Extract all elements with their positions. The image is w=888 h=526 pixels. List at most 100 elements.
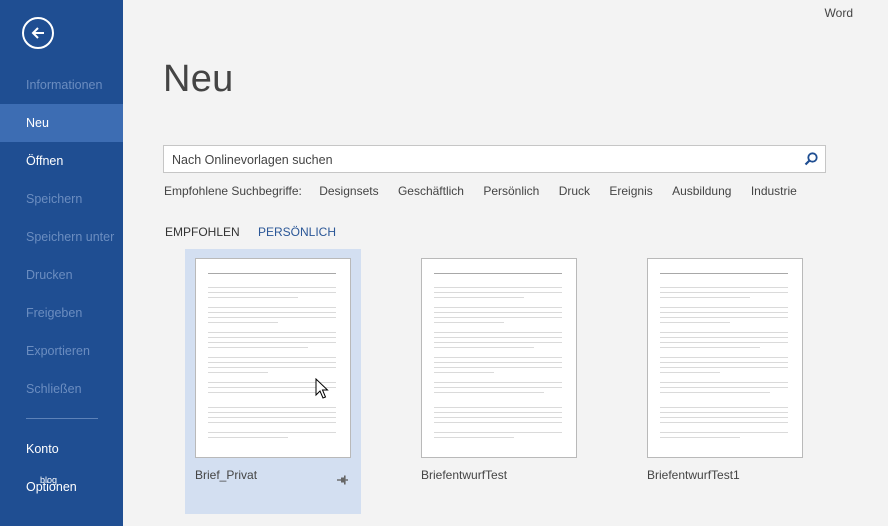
template-tile-briefentwurftest1[interactable]: BriefentwurfTest1 [637, 249, 813, 514]
thumbnail-text-line [660, 273, 788, 274]
thumbnail-text-line [434, 437, 514, 438]
thumbnail-text-line [660, 362, 788, 363]
thumbnail-text-line [434, 317, 562, 318]
nav-speichern[interactable]: Speichern [0, 180, 123, 218]
thumbnail-text-line [208, 297, 298, 298]
nav-optionen[interactable]: Optionen [0, 468, 123, 506]
nav-oeffnen[interactable]: Öffnen [0, 142, 123, 180]
thumbnail-text-line [660, 387, 788, 388]
thumbnail-text-line [660, 342, 788, 343]
thumbnail-text-line [208, 322, 278, 323]
blog-overlay-text: blog [40, 475, 58, 485]
suggest-link-ausbildung[interactable]: Ausbildung [672, 184, 731, 198]
thumbnail-text-line [434, 307, 562, 308]
thumbnail-text-line [660, 337, 788, 338]
thumbnail-text-line [208, 342, 336, 343]
suggest-link-druck[interactable]: Druck [559, 184, 590, 198]
nav-freigeben[interactable]: Freigeben [0, 294, 123, 332]
pin-icon[interactable] [337, 475, 349, 485]
thumbnail-text-line [208, 422, 336, 423]
template-name: BriefentwurfTest [421, 468, 508, 482]
thumbnail-text-line [660, 322, 730, 323]
thumbnail-text-line [434, 312, 562, 313]
thumbnail-text-line [208, 287, 336, 288]
thumbnail-text-line [660, 437, 740, 438]
thumbnail-text-line [434, 372, 494, 373]
tab-persoenlich[interactable]: PERSÖNLICH [258, 225, 336, 239]
thumbnail-text-line [208, 292, 336, 293]
thumbnail-text-line [434, 297, 524, 298]
thumbnail-text-line [434, 432, 562, 433]
thumbnail-text-line [434, 292, 562, 293]
thumbnail-text-line [660, 292, 788, 293]
thumbnail-text-line [434, 347, 534, 348]
search-icon[interactable] [803, 151, 819, 167]
thumbnail-text-line [208, 307, 336, 308]
suggest-link-persoenlich[interactable]: Persönlich [483, 184, 539, 198]
template-thumbnail [195, 258, 351, 458]
suggest-link-designsets[interactable]: Designsets [319, 184, 378, 198]
suggest-link-industrie[interactable]: Industrie [751, 184, 797, 198]
search-input[interactable] [164, 146, 804, 174]
thumbnail-text-line [660, 357, 788, 358]
nav-drucken[interactable]: Drucken [0, 256, 123, 294]
thumbnail-text-line [434, 422, 562, 423]
template-thumbnail [647, 258, 803, 458]
thumbnail-text-line [208, 392, 318, 393]
thumbnail-text-line [434, 392, 544, 393]
suggested-searches: Empfohlene Suchbegriffe: Designsets Gesc… [164, 184, 813, 200]
thumbnail-text-line [208, 372, 268, 373]
nav-neu[interactable]: Neu [0, 104, 123, 142]
nav-informationen[interactable]: Informationen [0, 66, 123, 104]
nav-divider [26, 418, 98, 419]
template-name: Brief_Privat [195, 468, 258, 482]
thumbnail-text-line [208, 337, 336, 338]
thumbnail-text-line [208, 367, 336, 368]
thumbnail-text-line [208, 407, 336, 408]
page-title: Neu [163, 58, 234, 100]
thumbnail-text-line [434, 322, 504, 323]
template-tile-brief-privat[interactable]: Brief_Privat [185, 249, 361, 514]
thumbnail-text-line [208, 357, 336, 358]
thumbnail-text-line [208, 362, 336, 363]
back-button[interactable] [22, 17, 54, 49]
thumbnail-text-line [434, 412, 562, 413]
suggest-link-geschaeftlich[interactable]: Geschäftlich [398, 184, 464, 198]
nav-schliessen[interactable]: Schließen [0, 370, 123, 408]
nav-exportieren[interactable]: Exportieren [0, 332, 123, 370]
thumbnail-text-line [660, 372, 720, 373]
search-box [163, 145, 826, 174]
thumbnail-text-line [434, 407, 562, 408]
tab-empfohlen[interactable]: EMPFOHLEN [165, 225, 240, 239]
suggest-link-ereignis[interactable]: Ereignis [609, 184, 652, 198]
suggested-label: Empfohlene Suchbegriffe: [164, 184, 302, 198]
thumbnail-text-line [434, 332, 562, 333]
thumbnail-text-line [434, 387, 562, 388]
template-name: BriefentwurfTest1 [647, 468, 740, 482]
thumbnail-text-line [434, 367, 562, 368]
thumbnail-text-line [434, 357, 562, 358]
thumbnail-text-line [660, 392, 770, 393]
thumbnail-text-line [660, 297, 750, 298]
nav-speichern-unter[interactable]: Speichern unter [0, 218, 123, 256]
thumbnail-text-line [660, 307, 788, 308]
thumbnail-text-line [208, 273, 336, 274]
thumbnail-text-line [434, 287, 562, 288]
thumbnail-text-line [434, 417, 562, 418]
nav-konto[interactable]: Konto [0, 430, 123, 468]
thumbnail-text-line [660, 367, 788, 368]
thumbnail-text-line [660, 407, 788, 408]
thumbnail-text-line [660, 422, 788, 423]
thumbnail-text-line [660, 412, 788, 413]
thumbnail-text-line [434, 273, 562, 274]
backstage-sidebar: Informationen Neu Öffnen Speichern Speic… [0, 0, 123, 526]
thumbnail-text-line [208, 317, 336, 318]
back-arrow-icon [31, 27, 44, 39]
thumbnail-text-line [208, 312, 336, 313]
thumbnail-text-line [660, 312, 788, 313]
thumbnail-text-line [660, 382, 788, 383]
thumbnail-text-line [208, 347, 308, 348]
mouse-cursor-icon [315, 378, 329, 399]
template-thumbnail [421, 258, 577, 458]
template-tile-briefentwurftest[interactable]: BriefentwurfTest [411, 249, 587, 514]
